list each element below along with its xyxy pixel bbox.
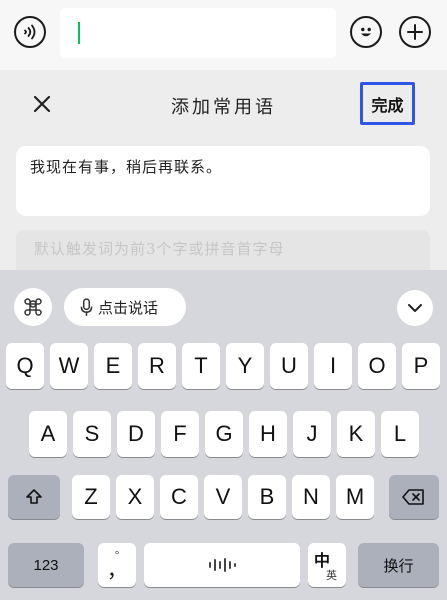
- key-r[interactable]: R: [138, 343, 176, 389]
- tap-to-speak-label: 点击说话: [98, 298, 159, 317]
- plus-icon[interactable]: [399, 16, 431, 48]
- key-q[interactable]: Q: [6, 343, 44, 389]
- done-button[interactable]: 完成: [360, 82, 415, 125]
- key-v[interactable]: V: [204, 475, 242, 519]
- key-z[interactable]: Z: [72, 475, 110, 519]
- chat-message-input[interactable]: [60, 8, 336, 58]
- return-key[interactable]: 换行: [358, 543, 439, 587]
- key-x[interactable]: X: [116, 475, 154, 519]
- voice-wave-icon[interactable]: [14, 16, 46, 48]
- add-phrase-panel: 添加常用语 完成 我现在有事，稍后再联系。 默认触发词为前3个字或拼音首字母: [0, 70, 447, 270]
- key-m[interactable]: M: [336, 475, 374, 519]
- smiley-icon[interactable]: [350, 16, 382, 48]
- key-h[interactable]: H: [249, 411, 287, 457]
- key-c[interactable]: C: [160, 475, 198, 519]
- key-y[interactable]: Y: [226, 343, 264, 389]
- key-p[interactable]: P: [402, 343, 440, 389]
- backspace-icon[interactable]: [389, 475, 439, 519]
- numbers-key[interactable]: 123: [8, 543, 84, 587]
- chevron-down-icon[interactable]: [397, 290, 433, 326]
- keyboard: 点击说话 QWERTYUIOP ASDFGHJKL ZXCVBNM 123 ° …: [0, 270, 447, 600]
- key-e[interactable]: E: [94, 343, 132, 389]
- tap-to-speak-button[interactable]: 点击说话: [64, 288, 186, 326]
- key-t[interactable]: T: [182, 343, 220, 389]
- key-i[interactable]: I: [314, 343, 352, 389]
- key-w[interactable]: W: [50, 343, 88, 389]
- key-j[interactable]: J: [293, 411, 331, 457]
- audio-wave-icon: [209, 558, 236, 572]
- language-alt-label: 英: [326, 570, 337, 582]
- space-key[interactable]: [144, 543, 300, 587]
- key-f[interactable]: F: [161, 411, 199, 457]
- punctuation-key-main: ，: [107, 560, 127, 582]
- key-n[interactable]: N: [292, 475, 330, 519]
- key-g[interactable]: G: [205, 411, 243, 457]
- key-k[interactable]: K: [337, 411, 375, 457]
- command-icon[interactable]: [14, 288, 52, 326]
- shift-icon[interactable]: [8, 475, 60, 519]
- microphone-icon: [80, 297, 93, 316]
- key-u[interactable]: U: [270, 343, 308, 389]
- language-switch-key[interactable]: 中 英: [308, 543, 346, 587]
- key-a[interactable]: A: [29, 411, 67, 457]
- trigger-word-input[interactable]: 默认触发词为前3个字或拼音首字母: [16, 230, 430, 270]
- phrase-textarea[interactable]: 我现在有事，稍后再联系。: [16, 146, 430, 216]
- key-b[interactable]: B: [248, 475, 286, 519]
- chat-input-bar: [0, 0, 447, 71]
- punctuation-key[interactable]: ° ，: [98, 543, 136, 587]
- key-o[interactable]: O: [358, 343, 396, 389]
- key-l[interactable]: L: [381, 411, 419, 457]
- key-d[interactable]: D: [117, 411, 155, 457]
- text-caret: [78, 22, 80, 44]
- key-s[interactable]: S: [73, 411, 111, 457]
